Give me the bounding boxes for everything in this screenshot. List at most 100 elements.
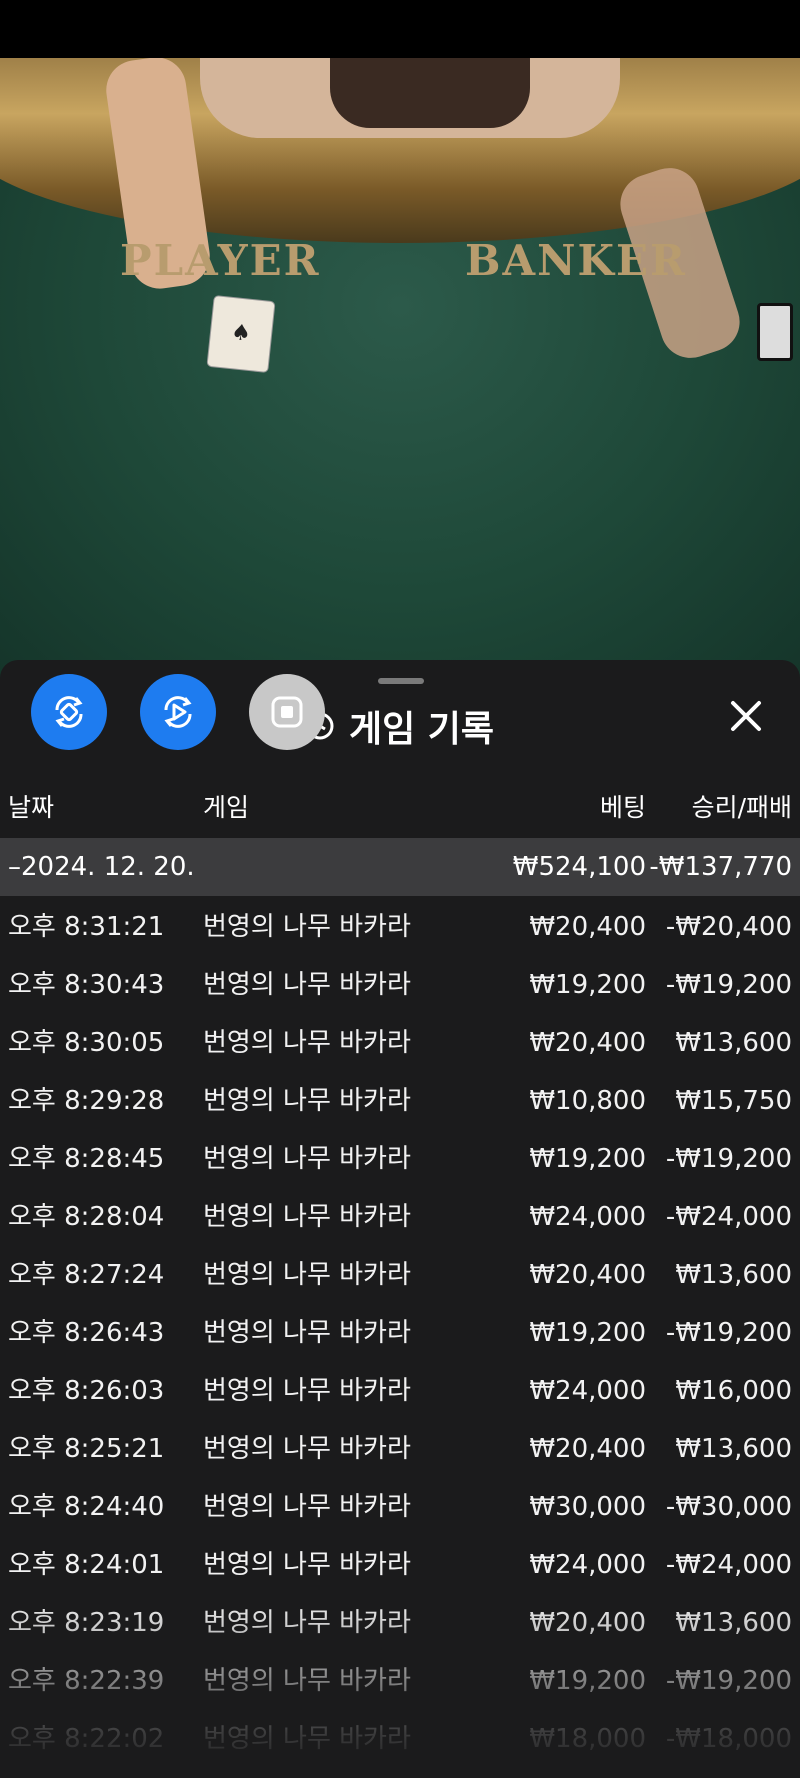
table-row[interactable]: 오후 8:24:01 번영의 나무 바카라 ₩24,000 -₩24,000 — [0, 1536, 800, 1594]
header-game: 게임 — [203, 793, 250, 822]
row-win-loss: -₩19,200 — [665, 1144, 792, 1174]
table-row[interactable]: 오후 8:29:28 번영의 나무 바카라 ₩10,800 ₩15,750 — [0, 1072, 800, 1130]
close-button[interactable] — [718, 688, 774, 744]
header-win-loss: 승리/패배 — [691, 793, 792, 822]
table-row[interactable]: 오후 8:31:21 번영의 나무 바카라 ₩20,400 -₩20,400 — [0, 898, 800, 956]
row-bet: ₩20,400 — [529, 1028, 646, 1058]
replay-button[interactable] — [140, 674, 216, 750]
row-bet: ₩19,200 — [529, 1666, 646, 1696]
row-game: 번영의 나무 바카라 — [203, 1608, 411, 1638]
row-game: 번영의 나무 바카라 — [203, 1144, 411, 1174]
banker-area-label: BANKER — [465, 236, 687, 285]
row-time: 오후 8:22:02 — [8, 1724, 165, 1754]
row-bet: ₩19,200 — [529, 970, 646, 1000]
header-date: 날짜 — [8, 793, 55, 822]
table-row[interactable]: 오후 8:25:21 번영의 나무 바카라 ₩20,400 ₩13,600 — [0, 1420, 800, 1478]
table-row[interactable]: 오후 8:30:05 번영의 나무 바카라 ₩20,400 ₩13,600 — [0, 1014, 800, 1072]
row-time: 오후 8:23:19 — [8, 1608, 165, 1638]
row-win-loss: -₩20,400 — [665, 912, 792, 942]
row-bet: ₩19,200 — [529, 1144, 646, 1174]
row-win-loss: -₩24,000 — [665, 1202, 792, 1232]
row-game: 번영의 나무 바카라 — [203, 1666, 411, 1696]
table-row[interactable]: 오후 8:28:04 번영의 나무 바카라 ₩24,000 -₩24,000 — [0, 1188, 800, 1246]
row-time: 오후 8:28:45 — [8, 1144, 165, 1174]
game-history-panel: 게임 기록 날짜 게임 베팅 승리/패배 –2024. 12. 20. ₩524… — [0, 660, 800, 1778]
date-summary-row[interactable]: –2024. 12. 20. ₩524,100 -₩137,770 — [0, 838, 800, 896]
row-game: 번영의 나무 바카라 — [203, 1550, 411, 1580]
row-bet: ₩19,200 — [529, 1318, 646, 1348]
row-bet: ₩10,800 — [529, 1086, 646, 1116]
row-time: 오후 8:28:04 — [8, 1202, 165, 1232]
row-bet: ₩20,400 — [529, 1608, 646, 1638]
row-win-loss: ₩13,600 — [675, 1434, 792, 1464]
table-row[interactable]: 오후 8:23:19 번영의 나무 바카라 ₩20,400 ₩13,600 — [0, 1594, 800, 1652]
dealer-hair — [330, 58, 530, 128]
row-time: 오후 8:26:03 — [8, 1376, 165, 1406]
row-win-loss: -₩24,000 — [665, 1550, 792, 1580]
summary-date: –2024. 12. 20. — [8, 852, 195, 882]
row-win-loss: -₩19,200 — [665, 970, 792, 1000]
table-row[interactable]: 오후 8:24:40 번영의 나무 바카라 ₩30,000 -₩30,000 — [0, 1478, 800, 1536]
table-row[interactable]: 오후 8:27:24 번영의 나무 바카라 ₩20,400 ₩13,600 — [0, 1246, 800, 1304]
row-time: 오후 8:29:28 — [8, 1086, 165, 1116]
summary-win-loss: -₩137,770 — [649, 852, 792, 882]
row-win-loss: -₩18,000 — [665, 1724, 792, 1754]
row-time: 오후 8:30:43 — [8, 970, 165, 1000]
row-win-loss: -₩19,200 — [665, 1318, 792, 1348]
rotate-button[interactable] — [31, 674, 107, 750]
summary-bet: ₩524,100 — [512, 852, 646, 882]
row-time: 오후 8:24:01 — [8, 1550, 165, 1580]
stop-icon — [271, 696, 303, 728]
row-win-loss: ₩13,600 — [675, 1608, 792, 1638]
row-game: 번영의 나무 바카라 — [203, 1318, 411, 1348]
status-bar — [0, 0, 800, 58]
history-list: 오후 8:31:21 번영의 나무 바카라 ₩20,400 -₩20,400 오후 8:… — [0, 898, 800, 1768]
row-bet: ₩18,000 — [529, 1724, 646, 1754]
player-area-label: PLAYER — [120, 236, 321, 285]
page-title: 게임 기록 — [349, 709, 495, 750]
row-game: 번영의 나무 바카라 — [203, 1202, 411, 1232]
row-win-loss: ₩16,000 — [675, 1376, 792, 1406]
row-time: 오후 8:24:40 — [8, 1492, 165, 1522]
row-game: 번영의 나무 바카라 — [203, 970, 411, 1000]
live-video-stream: PLAYER BANKER ♠ — [0, 58, 800, 678]
table-row[interactable]: 오후 8:28:45 번영의 나무 바카라 ₩19,200 -₩19,200 — [0, 1130, 800, 1188]
row-time: 오후 8:27:24 — [8, 1260, 165, 1290]
header-bet: 베팅 — [599, 793, 646, 822]
row-bet: ₩20,400 — [529, 1260, 646, 1290]
table-header: 날짜 게임 베팅 승리/패배 — [0, 788, 800, 824]
row-game: 번영의 나무 바카라 — [203, 1492, 411, 1522]
row-bet: ₩20,400 — [529, 912, 646, 942]
playing-card: ♠ — [206, 294, 276, 374]
playing-card-back — [757, 303, 793, 361]
row-bet: ₩24,000 — [529, 1376, 646, 1406]
row-win-loss: ₩15,750 — [675, 1086, 792, 1116]
row-win-loss: -₩19,200 — [665, 1666, 792, 1696]
row-game: 번영의 나무 바카라 — [203, 1260, 411, 1290]
drag-handle[interactable] — [378, 678, 424, 684]
row-bet: ₩30,000 — [529, 1492, 646, 1522]
table-row[interactable]: 오후 8:22:02 번영의 나무 바카라 ₩18,000 -₩18,000 — [0, 1710, 800, 1768]
table-row[interactable]: 오후 8:26:43 번영의 나무 바카라 ₩19,200 -₩19,200 — [0, 1304, 800, 1362]
row-game: 번영의 나무 바카라 — [203, 1028, 411, 1058]
row-bet: ₩20,400 — [529, 1434, 646, 1464]
row-game: 번영의 나무 바카라 — [203, 1724, 411, 1754]
row-time: 오후 8:26:43 — [8, 1318, 165, 1348]
table-row[interactable]: 오후 8:26:03 번영의 나무 바카라 ₩24,000 ₩16,000 — [0, 1362, 800, 1420]
close-icon — [731, 701, 761, 731]
table-row[interactable]: 오후 8:22:39 번영의 나무 바카라 ₩19,200 -₩19,200 — [0, 1652, 800, 1710]
row-bet: ₩24,000 — [529, 1550, 646, 1580]
row-game: 번영의 나무 바카라 — [203, 1086, 411, 1116]
table-row[interactable]: 오후 8:30:43 번영의 나무 바카라 ₩19,200 -₩19,200 — [0, 956, 800, 1014]
row-time: 오후 8:22:39 — [8, 1666, 165, 1696]
row-time: 오후 8:30:05 — [8, 1028, 165, 1058]
row-win-loss: ₩13,600 — [675, 1260, 792, 1290]
row-bet: ₩24,000 — [529, 1202, 646, 1232]
rotate-icon — [55, 696, 83, 728]
row-game: 번영의 나무 바카라 — [203, 912, 411, 942]
row-game: 번영의 나무 바카라 — [203, 1434, 411, 1464]
row-time: 오후 8:25:21 — [8, 1434, 165, 1464]
stop-button[interactable] — [249, 674, 325, 750]
panel-header: 게임 기록 — [305, 700, 494, 752]
row-time: 오후 8:31:21 — [8, 912, 165, 942]
